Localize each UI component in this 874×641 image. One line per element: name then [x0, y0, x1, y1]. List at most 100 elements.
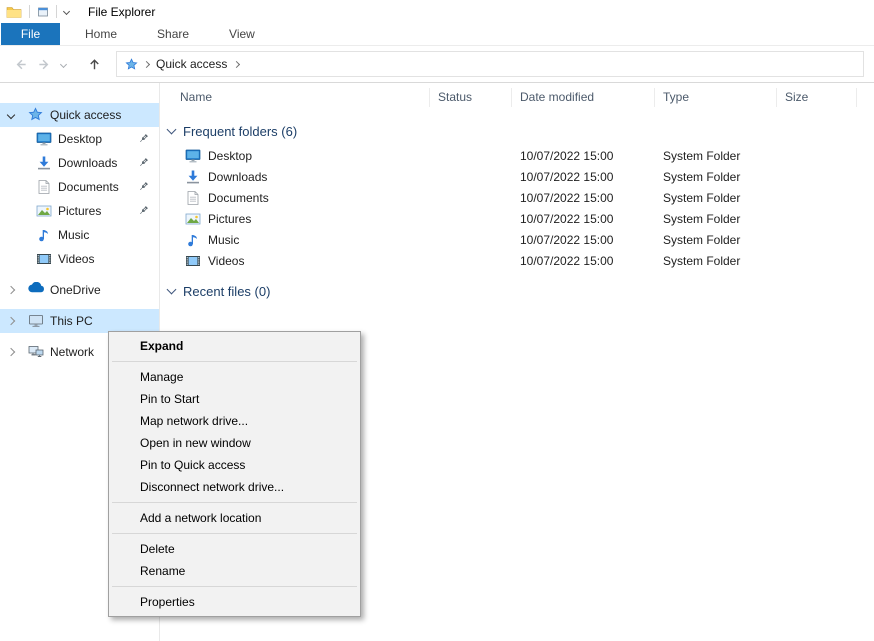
qat-separator: [29, 5, 30, 18]
ribbon-tab-row: File Home Share View: [0, 23, 874, 46]
pin-icon: [138, 205, 150, 217]
cell-type: System Folder: [655, 149, 777, 163]
menu-item-pin-to-start[interactable]: Pin to Start: [110, 388, 359, 410]
file-name: Pictures: [208, 212, 251, 226]
sidebar-item-music[interactable]: Music: [0, 223, 159, 247]
cell-date-modified: 10/07/2022 15:00: [512, 233, 655, 247]
file-row-music[interactable]: Music 10/07/2022 15:00 System Folder: [160, 229, 874, 250]
navigation-bar: Quick access: [0, 46, 874, 83]
menu-item-manage[interactable]: Manage: [110, 366, 359, 388]
title-bar: File Explorer: [0, 0, 874, 23]
column-headers: Name Status Date modified Type Size: [160, 83, 874, 111]
menu-item-map-network-drive[interactable]: Map network drive...: [110, 410, 359, 432]
cell-date-modified: 10/07/2022 15:00: [512, 212, 655, 226]
cell-date-modified: 10/07/2022 15:00: [512, 191, 655, 205]
menu-separator: [112, 502, 357, 503]
sidebar-item-this-pc[interactable]: This PC: [0, 309, 159, 333]
cell-type: System Folder: [655, 233, 777, 247]
menu-item-open-in-new-window[interactable]: Open in new window: [110, 432, 359, 454]
sidebar-item-videos[interactable]: Videos: [0, 247, 159, 271]
downloads-icon: [36, 155, 52, 171]
address-bar[interactable]: Quick access: [116, 51, 864, 77]
menu-item-properties[interactable]: Properties: [110, 591, 359, 613]
sidebar-item-onedrive[interactable]: OneDrive: [0, 278, 159, 302]
cell-type: System Folder: [655, 254, 777, 268]
sidebar-gap: [0, 271, 159, 278]
quick-access-star-icon: [125, 58, 137, 70]
sidebar-item-label: Documents: [58, 180, 119, 194]
tab-share[interactable]: Share: [142, 23, 204, 45]
onedrive-cloud-icon: [28, 282, 44, 298]
file-row-pictures[interactable]: Pictures 10/07/2022 15:00 System Folder: [160, 208, 874, 229]
menu-separator: [112, 586, 357, 587]
group-collapse-chevron-icon[interactable]: [167, 284, 177, 294]
menu-item-pin-to-quick-access[interactable]: Pin to Quick access: [110, 454, 359, 476]
sidebar-item-pictures[interactable]: Pictures: [0, 199, 159, 223]
file-row-downloads[interactable]: Downloads 10/07/2022 15:00 System Folder: [160, 166, 874, 187]
sidebar-item-quick-access[interactable]: Quick access: [0, 103, 159, 127]
column-header-name[interactable]: Name: [160, 88, 430, 107]
sidebar-item-label: This PC: [50, 314, 93, 328]
menu-item-delete[interactable]: Delete: [110, 538, 359, 560]
column-header-date-modified[interactable]: Date modified: [512, 88, 655, 107]
expander-right-icon[interactable]: [8, 287, 20, 293]
cell-date-modified: 10/07/2022 15:00: [512, 149, 655, 163]
sidebar-item-downloads[interactable]: Downloads: [0, 151, 159, 175]
downloads-icon: [185, 169, 201, 185]
breadcrumb-chevron-icon[interactable]: [143, 60, 150, 67]
recent-locations-chevron-icon[interactable]: [56, 52, 70, 76]
music-icon: [185, 232, 201, 248]
group-header-recent-files[interactable]: Recent files (0): [168, 281, 874, 301]
menu-item-add-network-location[interactable]: Add a network location: [110, 507, 359, 529]
file-row-desktop[interactable]: Desktop 10/07/2022 15:00 System Folder: [160, 145, 874, 166]
cell-type: System Folder: [655, 212, 777, 226]
network-icon: [28, 344, 44, 360]
videos-icon: [36, 251, 52, 267]
desktop-icon: [36, 131, 52, 147]
sidebar-item-desktop[interactable]: Desktop: [0, 127, 159, 151]
cell-type: System Folder: [655, 170, 777, 184]
desktop-icon: [185, 148, 201, 164]
sidebar-gap: [0, 302, 159, 309]
column-header-size[interactable]: Size: [777, 88, 857, 107]
pin-icon: [138, 133, 150, 145]
file-row-documents[interactable]: Documents 10/07/2022 15:00 System Folder: [160, 187, 874, 208]
documents-icon: [36, 179, 52, 195]
menu-separator: [112, 361, 357, 362]
menu-item-disconnect-network-drive[interactable]: Disconnect network drive...: [110, 476, 359, 498]
expander-right-icon[interactable]: [8, 349, 20, 355]
group-header-label: Frequent folders (6): [183, 124, 297, 139]
pictures-icon: [36, 203, 52, 219]
videos-icon: [185, 253, 201, 269]
breadcrumb-chevron-icon[interactable]: [233, 60, 240, 67]
cell-date-modified: 10/07/2022 15:00: [512, 170, 655, 184]
tab-view[interactable]: View: [214, 23, 270, 45]
up-button[interactable]: [82, 52, 106, 76]
pin-icon: [138, 157, 150, 169]
column-header-status[interactable]: Status: [430, 88, 512, 107]
file-name: Music: [208, 233, 239, 247]
tab-file[interactable]: File: [1, 23, 60, 45]
expander-down-icon[interactable]: [8, 112, 20, 118]
file-row-videos[interactable]: Videos 10/07/2022 15:00 System Folder: [160, 250, 874, 271]
sidebar-item-documents[interactable]: Documents: [0, 175, 159, 199]
sidebar-item-label: Music: [58, 228, 89, 242]
menu-item-rename[interactable]: Rename: [110, 560, 359, 582]
this-pc-icon: [28, 313, 44, 329]
forward-button[interactable]: [32, 52, 56, 76]
group-collapse-chevron-icon[interactable]: [167, 124, 177, 134]
sidebar-item-label: Pictures: [58, 204, 101, 218]
tab-home[interactable]: Home: [70, 23, 132, 45]
group-header-frequent-folders[interactable]: Frequent folders (6): [168, 121, 874, 141]
qat-customize-chevron-icon[interactable]: [64, 9, 69, 14]
group-header-label: Recent files (0): [183, 284, 270, 299]
menu-item-expand[interactable]: Expand: [110, 335, 359, 357]
breadcrumb-quick-access[interactable]: Quick access: [156, 57, 227, 71]
qat-properties-icon[interactable]: [37, 6, 49, 18]
cell-type: System Folder: [655, 191, 777, 205]
column-header-type[interactable]: Type: [655, 88, 777, 107]
back-button[interactable]: [8, 52, 32, 76]
sidebar-item-label: Downloads: [58, 156, 117, 170]
expander-right-icon[interactable]: [8, 318, 20, 324]
cell-date-modified: 10/07/2022 15:00: [512, 254, 655, 268]
